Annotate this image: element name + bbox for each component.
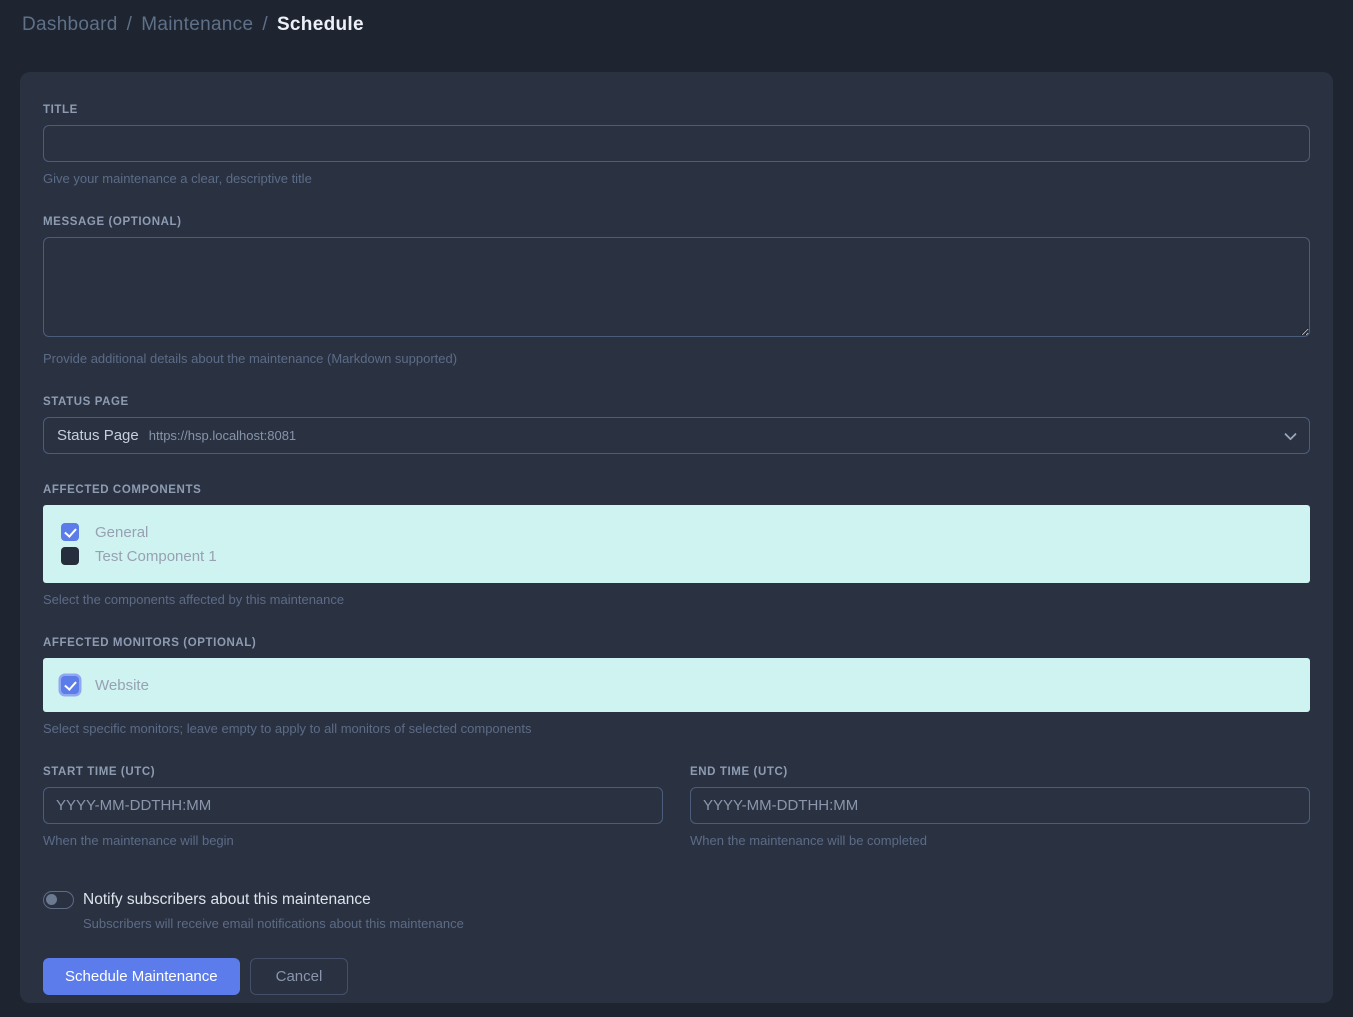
end-time-group: END TIME (UTC) When the maintenance will… (690, 766, 1310, 848)
start-time-label: START TIME (UTC) (43, 766, 663, 778)
affected-monitors-helper: Select specific monitors; leave empty to… (43, 721, 1310, 736)
time-row: START TIME (UTC) When the maintenance wi… (43, 766, 1310, 848)
checkbox-website-label[interactable]: Website (95, 677, 149, 694)
start-time-input[interactable] (43, 787, 663, 824)
title-label: TITLE (43, 104, 1310, 116)
breadcrumb-dashboard[interactable]: Dashboard (22, 14, 118, 36)
title-group: TITLE Give your maintenance a clear, des… (43, 104, 1310, 186)
status-page-selected-url: https://hsp.localhost:8081 (149, 428, 296, 443)
end-time-input[interactable] (690, 787, 1310, 824)
title-input[interactable] (43, 125, 1310, 162)
breadcrumb-separator: / (127, 14, 133, 36)
affected-components-helper: Select the components affected by this m… (43, 592, 1310, 607)
end-time-label: END TIME (UTC) (690, 766, 1310, 778)
message-group: MESSAGE (OPTIONAL) Provide additional de… (43, 216, 1310, 366)
title-helper: Give your maintenance a clear, descripti… (43, 171, 1310, 186)
affected-components-label: AFFECTED COMPONENTS (43, 484, 1310, 496)
toggle-knob (46, 894, 57, 905)
notify-toggle-row: Notify subscribers about this maintenanc… (43, 891, 1310, 909)
component-option-general: General (61, 520, 1292, 544)
start-time-group: START TIME (UTC) When the maintenance wi… (43, 766, 663, 848)
notify-label[interactable]: Notify subscribers about this maintenanc… (83, 891, 371, 909)
notify-helper: Subscribers will receive email notificat… (83, 916, 1310, 931)
affected-monitors-label: AFFECTED MONITORS (OPTIONAL) (43, 637, 1310, 649)
affected-monitors-group: AFFECTED MONITORS (OPTIONAL) Website Sel… (43, 637, 1310, 736)
cancel-button[interactable]: Cancel (250, 958, 349, 995)
affected-monitors-panel: Website (43, 658, 1310, 712)
checkbox-website[interactable] (61, 676, 79, 694)
checkbox-test-component-1-label[interactable]: Test Component 1 (95, 548, 217, 565)
button-row: Schedule Maintenance Cancel (43, 958, 1310, 995)
notify-toggle[interactable] (43, 891, 74, 909)
breadcrumb-separator: / (262, 14, 268, 36)
status-page-label: STATUS PAGE (43, 396, 1310, 408)
breadcrumb: Dashboard / Maintenance / Schedule (22, 14, 364, 36)
breadcrumb-maintenance[interactable]: Maintenance (141, 14, 253, 36)
schedule-maintenance-button[interactable]: Schedule Maintenance (43, 958, 240, 995)
message-helper: Provide additional details about the mai… (43, 351, 1310, 366)
checkbox-test-component-1[interactable] (61, 547, 79, 565)
component-option-test-component-1: Test Component 1 (61, 544, 1292, 568)
top-bar: Dashboard / Maintenance / Schedule (0, 0, 1353, 50)
schedule-maintenance-card: TITLE Give your maintenance a clear, des… (20, 72, 1333, 1003)
chevron-down-icon (1284, 427, 1297, 440)
end-time-helper: When the maintenance will be completed (690, 833, 1310, 848)
monitor-option-website: Website (61, 673, 1292, 697)
status-page-selected-name: Status Page (57, 427, 139, 444)
affected-components-group: AFFECTED COMPONENTS General Test Compone… (43, 484, 1310, 607)
checkbox-general-label[interactable]: General (95, 524, 148, 541)
start-time-helper: When the maintenance will begin (43, 833, 663, 848)
message-label: MESSAGE (OPTIONAL) (43, 216, 1310, 228)
breadcrumb-schedule-current: Schedule (277, 14, 364, 36)
notify-group: Notify subscribers about this maintenanc… (43, 891, 1310, 931)
status-page-select[interactable]: Status Page https://hsp.localhost:8081 (43, 417, 1310, 454)
affected-components-panel: General Test Component 1 (43, 505, 1310, 583)
checkbox-general[interactable] (61, 523, 79, 541)
message-textarea[interactable] (43, 237, 1310, 337)
status-page-group: STATUS PAGE Status Page https://hsp.loca… (43, 396, 1310, 454)
